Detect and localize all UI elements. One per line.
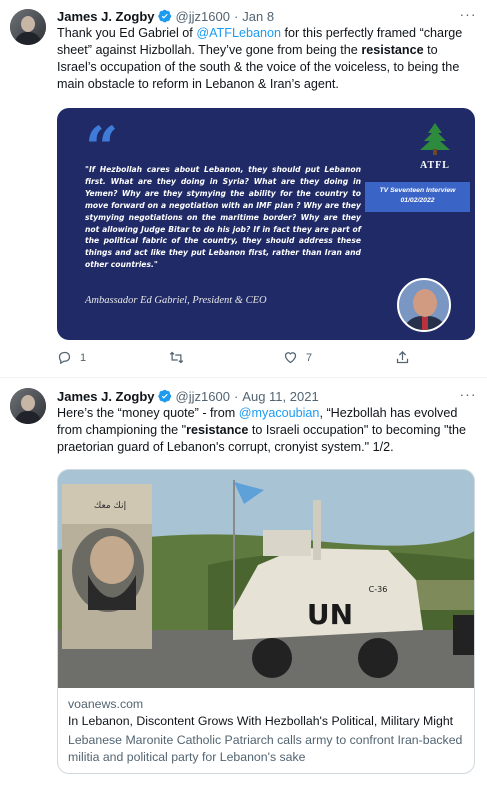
author-name[interactable]: James J. Zogby	[57, 389, 155, 404]
like-count: 7	[306, 351, 313, 364]
tweet-actions: 1 7	[57, 350, 417, 368]
verified-badge-icon	[157, 9, 171, 23]
vehicle-id: C-36	[369, 585, 388, 594]
more-icon[interactable]: ···	[459, 7, 477, 23]
share-icon	[396, 350, 409, 364]
link-description: Lebanese Maronite Catholic Patriarch cal…	[68, 733, 463, 764]
tweet-date[interactable]: Aug 11, 2021	[242, 389, 318, 404]
retweet-icon	[169, 351, 184, 364]
cedar-tree-icon	[420, 123, 450, 155]
reply-count: 1	[80, 351, 87, 364]
tweet-text: Thank you Ed Gabriel of @ATFLebanon for …	[57, 26, 463, 91]
tweet-text: Here’s the “money quote” - from @myacoub…	[57, 406, 466, 454]
mention-link[interactable]: @myacoubian	[239, 406, 320, 420]
tweet-header: James J. Zogby @jjz1600 · Aug 11, 2021	[57, 388, 319, 404]
author-handle[interactable]: @jjz1600	[176, 389, 230, 404]
tweet[interactable]: James J. Zogby @jjz1600 · Jan 8 ··· Than…	[0, 0, 487, 378]
tweet-date[interactable]: Jan 8	[242, 9, 274, 24]
verified-badge-icon	[157, 389, 171, 403]
link-domain: voanews.com	[68, 697, 144, 711]
separator: ·	[233, 388, 239, 404]
author-handle[interactable]: @jjz1600	[176, 9, 230, 24]
share-button[interactable]	[395, 350, 410, 365]
un-vehicle-photo: إنك معك UN C-36	[58, 470, 474, 688]
quote-text: "If Hezbollah cares about Lebanon, they …	[85, 165, 361, 270]
tweet-header: James J. Zogby @jjz1600 · Jan 8	[57, 8, 274, 24]
author-name[interactable]: James J. Zogby	[57, 9, 155, 24]
quote-attribution: Ambassador Ed Gabriel, President & CEO	[85, 295, 267, 306]
reply-icon	[58, 351, 71, 365]
vehicle-marking: UN	[307, 598, 353, 631]
retweet-button[interactable]	[169, 350, 192, 365]
mention-link[interactable]: @ATFLebanon	[196, 26, 281, 40]
link-title: In Lebanon, Discontent Grows With Hezbol…	[68, 714, 454, 728]
separator: ·	[233, 8, 239, 24]
speaker-photo	[397, 278, 451, 332]
interview-badge: TV Seventeen Interview 01/02/2022	[365, 182, 470, 212]
reply-button[interactable]: 1	[57, 350, 86, 365]
quote-image-card[interactable]: “ "If Hezbollah cares about Lebanon, the…	[57, 108, 475, 340]
avatar[interactable]	[10, 9, 46, 45]
tweet[interactable]: James J. Zogby @jjz1600 · Aug 11, 2021 ·…	[0, 378, 487, 787]
more-icon[interactable]: ···	[459, 387, 477, 403]
link-preview-card[interactable]: إنك معك UN C-36 voanews.com In Lebanon, …	[57, 469, 475, 774]
poster-text: إنك معك	[94, 501, 126, 511]
avatar[interactable]	[10, 388, 46, 424]
atfl-logo: ATFL	[409, 122, 461, 171]
like-button[interactable]: 7	[283, 350, 312, 365]
link-preview-image: إنك معك UN C-36	[58, 470, 474, 688]
heart-icon	[284, 352, 297, 364]
